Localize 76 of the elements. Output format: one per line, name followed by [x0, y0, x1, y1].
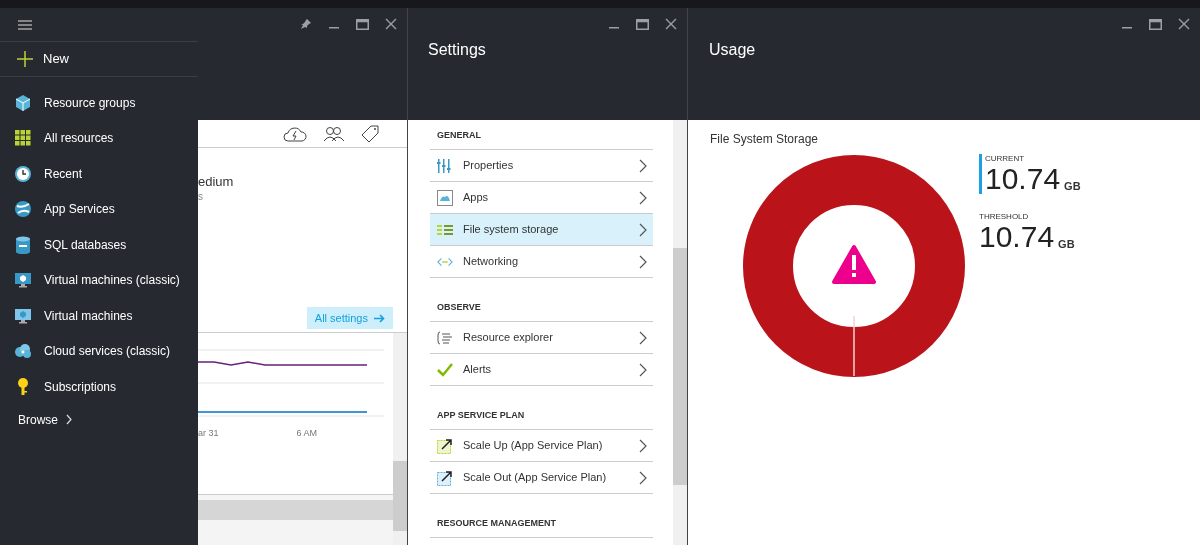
- network-icon: [437, 256, 453, 267]
- close-icon[interactable]: [665, 18, 677, 30]
- settings-item[interactable]: Scale Out (App Service Plan): [430, 462, 653, 494]
- current-unit: GB: [1064, 178, 1081, 194]
- monitor-icon: [14, 306, 32, 325]
- sidebar-item[interactable]: SQL databases: [0, 227, 198, 263]
- list-icon: [437, 222, 453, 237]
- monitor-icon: [14, 271, 32, 290]
- current-label: CURRENT: [985, 154, 1026, 164]
- settings-item[interactable]: Resource explorer: [430, 322, 653, 354]
- sidebar-item[interactable]: Recent: [0, 156, 198, 192]
- key-icon: [17, 377, 29, 396]
- cube-icon: [14, 93, 32, 112]
- threshold-label: THRESHOLD: [979, 212, 1029, 222]
- menu-icon[interactable]: [18, 19, 32, 30]
- settings-item[interactable]: File system storage: [430, 214, 653, 246]
- checkmark-icon: [437, 362, 453, 377]
- chevron-right-icon: [639, 470, 647, 485]
- subtitle-text: s: [198, 190, 203, 204]
- grid-icon: [15, 130, 31, 147]
- app-icon: [437, 189, 453, 206]
- sidebar-item[interactable]: Virtual machines (classic): [0, 262, 198, 298]
- maximize-icon[interactable]: [1149, 18, 1162, 30]
- pin-icon[interactable]: [300, 18, 312, 30]
- horizontal-scrollbar[interactable]: [198, 500, 393, 520]
- chevron-right-icon: [639, 158, 647, 173]
- tier-text: edium: [198, 174, 234, 190]
- scale-out-icon: [437, 469, 453, 486]
- sidebar-item[interactable]: Subscriptions: [0, 369, 198, 405]
- vertical-scrollbar[interactable]: [673, 120, 687, 545]
- cloud-icon[interactable]: [283, 125, 307, 142]
- sidebar-item[interactable]: App Services: [0, 191, 198, 227]
- cloud-icon: [14, 343, 32, 360]
- database-icon: [15, 235, 31, 254]
- chevron-right-icon: [639, 254, 647, 269]
- blade-title: Usage: [709, 40, 756, 60]
- settings-item[interactable]: Networking: [430, 246, 653, 278]
- axis-label: ar 31: [198, 427, 219, 440]
- current-value: 10.74: [985, 164, 1061, 194]
- scale-up-icon: [437, 437, 453, 454]
- blade-title: Settings: [428, 40, 486, 60]
- maximize-icon[interactable]: [636, 18, 649, 30]
- browse-link[interactable]: Browse: [18, 407, 72, 432]
- axis-label: 6 AM: [296, 427, 318, 440]
- close-icon[interactable]: [1178, 18, 1190, 30]
- vertical-scrollbar[interactable]: [393, 333, 407, 545]
- arrow-right-icon: [374, 313, 385, 323]
- sidebar-item[interactable]: Resource groups: [0, 85, 198, 121]
- sidebar-item[interactable]: All resources: [0, 120, 198, 156]
- chevron-right-icon: [66, 414, 72, 425]
- chevron-right-icon: [639, 438, 647, 453]
- section-heading: GENERAL: [430, 120, 653, 150]
- threshold-value: 10.74: [979, 222, 1055, 252]
- settings-item[interactable]: Scale Up (App Service Plan): [430, 430, 653, 462]
- chevron-right-icon: [639, 190, 647, 205]
- chart-title: File System Storage: [710, 131, 819, 148]
- section-heading: OBSERVE: [430, 292, 653, 322]
- chevron-right-icon: [639, 362, 647, 377]
- chevron-right-icon: [639, 222, 647, 237]
- section-heading: APP SERVICE PLAN: [430, 400, 653, 430]
- close-icon[interactable]: [385, 18, 397, 30]
- clock-icon: [14, 164, 32, 183]
- settings-item[interactable]: Properties: [430, 150, 653, 182]
- chevron-right-icon: [639, 330, 647, 345]
- tag-icon[interactable]: [361, 124, 379, 143]
- users-icon[interactable]: [323, 125, 345, 142]
- maximize-icon[interactable]: [356, 18, 369, 30]
- sliders-icon: [437, 158, 453, 173]
- globe-icon: [14, 200, 32, 219]
- settings-item[interactable]: Alerts: [430, 354, 653, 386]
- explorer-icon: [437, 330, 453, 345]
- sidebar-item[interactable]: Virtual machines: [0, 298, 198, 334]
- threshold-unit: GB: [1058, 236, 1075, 252]
- section-heading: RESOURCE MANAGEMENT: [430, 508, 653, 538]
- sidebar-item[interactable]: Cloud services (classic): [0, 333, 198, 369]
- plus-icon: [17, 51, 33, 67]
